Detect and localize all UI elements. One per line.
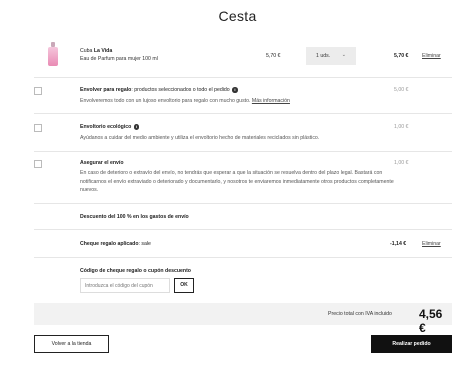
- gift-wrap-title: Envolver para regalo: productos seleccio…: [80, 87, 238, 93]
- gift-cheque-label: Cheque regalo aplicado: sale: [80, 241, 151, 247]
- eco-wrap-option: Envoltorio ecológico i Ayúdanos a cuidar…: [34, 114, 452, 152]
- coupon-input[interactable]: [80, 278, 170, 293]
- product-brand: Cuba: [80, 48, 93, 54]
- insurance-title: Asegurar el envío: [80, 160, 124, 166]
- quantity-select[interactable]: 1 uds. ⌄: [306, 47, 356, 65]
- gift-wrap-price: 5,00 €: [394, 87, 409, 93]
- product-line: La Vida: [93, 48, 113, 54]
- info-icon[interactable]: i: [133, 124, 140, 130]
- eco-wrap-price: 1,00 €: [394, 124, 409, 130]
- coupon-label: Código de cheque regalo o cupón descuent…: [80, 268, 191, 274]
- place-order-button[interactable]: Realizar pedido: [371, 335, 452, 353]
- gift-wrap-description: Envolveremos todo con un lujoso envoltor…: [80, 97, 396, 106]
- insurance-option: Asegurar el envío En caso de deterioro o…: [34, 152, 452, 204]
- info-icon[interactable]: i: [232, 87, 238, 93]
- insurance-description: En caso de deterioro o extravío del enví…: [80, 170, 394, 193]
- total-label: Precio total con IVA incluido: [328, 311, 392, 317]
- gift-cheque-row: Cheque regalo aplicado: sale -1,14 € Eli…: [34, 230, 452, 258]
- shipping-discount-row: Descuento del 100 % en los gastos de env…: [34, 204, 452, 230]
- unit-price: 5,70 €: [266, 53, 281, 59]
- insurance-checkbox[interactable]: [34, 160, 42, 168]
- cart-item-row: Cuba La Vida Eau de Parfum para mujer 10…: [34, 34, 452, 78]
- remove-cheque-link[interactable]: Eliminar: [422, 241, 441, 247]
- eco-wrap-title: Envoltorio ecológico i: [80, 124, 140, 130]
- back-to-shop-button[interactable]: Volver a la tienda: [34, 335, 109, 353]
- eco-wrap-description: Ayúdanos a cuidar del medio ambiente y u…: [80, 135, 320, 141]
- gift-cheque-code: : sale: [138, 241, 151, 247]
- gift-wrap-description-text: Envolveremos todo con un lujoso envoltor…: [80, 98, 251, 104]
- product-image[interactable]: [48, 42, 58, 68]
- coupon-section: Código de cheque regalo o cupón descuent…: [34, 258, 452, 302]
- gift-cheque-label-bold: Cheque regalo aplicado: [80, 241, 139, 247]
- insurance-price: 1,00 €: [394, 160, 409, 166]
- eco-wrap-checkbox[interactable]: [34, 124, 42, 132]
- gift-cheque-amount: -1,14 €: [390, 241, 407, 247]
- page-title: Cesta: [218, 8, 257, 24]
- total-bar: Precio total con IVA incluido 4,56 €: [34, 303, 452, 335]
- gift-wrap-checkbox[interactable]: [34, 87, 42, 95]
- shipping-discount-label: Descuento del 100 % en los gastos de env…: [80, 214, 189, 220]
- product-name[interactable]: Cuba La Vida: [80, 48, 112, 54]
- total-amount: 4,56 €: [419, 307, 443, 335]
- gift-wrap-option: Envolver para regalo: productos seleccio…: [34, 78, 452, 114]
- gift-wrap-title-bold: Envolver para regalo: [80, 87, 132, 93]
- remove-item-link[interactable]: Eliminar: [422, 53, 441, 59]
- quantity-value: 1 uds.: [316, 53, 331, 59]
- insurance-title-bold: Asegurar el envío: [80, 160, 124, 166]
- more-info-link[interactable]: Más información: [252, 98, 290, 104]
- chevron-down-icon: ⌄: [341, 52, 346, 58]
- gift-wrap-title-rest: : productos seleccionados o todo el pedi…: [131, 87, 230, 93]
- line-total: 5,70 €: [394, 53, 409, 59]
- product-description: Eau de Parfum para mujer 100 ml: [80, 56, 158, 62]
- eco-wrap-title-bold: Envoltorio ecológico: [80, 124, 132, 130]
- coupon-ok-button[interactable]: OK: [174, 278, 194, 293]
